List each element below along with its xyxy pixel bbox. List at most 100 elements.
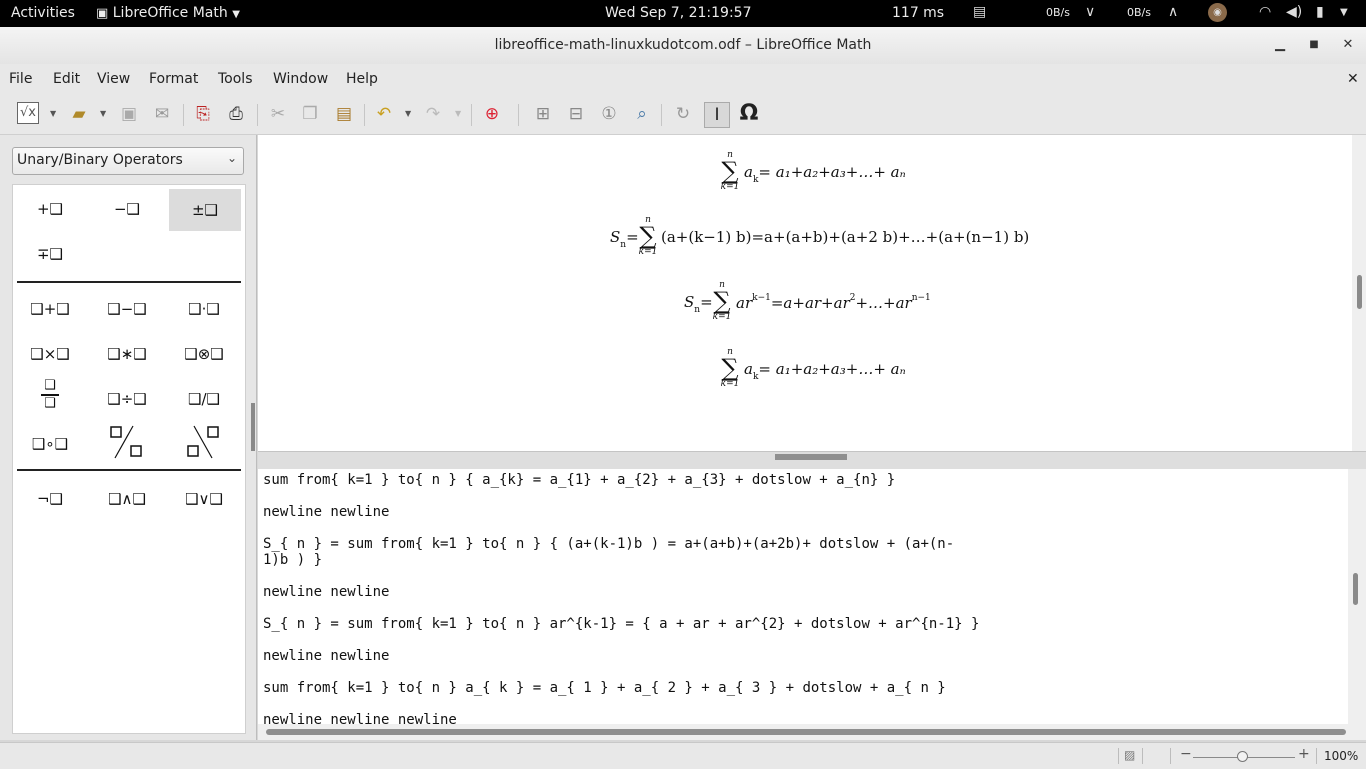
element-or[interactable]: ❑∨❑ bbox=[169, 479, 239, 519]
element-add[interactable]: ❑+❑ bbox=[15, 289, 85, 329]
palette-divider bbox=[17, 469, 241, 471]
cut-icon[interactable]: ✂ bbox=[266, 102, 290, 126]
element-and[interactable]: ❑∧❑ bbox=[92, 479, 162, 519]
document-modified-icon[interactable]: ▨ bbox=[1124, 748, 1135, 762]
volume-icon[interactable]: ◀) bbox=[1286, 4, 1302, 20]
command-editor-hscrollbar[interactable] bbox=[258, 724, 1366, 740]
menu-format[interactable]: Format bbox=[149, 71, 198, 87]
sum-lower-limit: k=1 bbox=[720, 379, 740, 389]
palette-divider bbox=[17, 281, 241, 283]
latency-indicator: 117 ms bbox=[892, 5, 945, 21]
scrollbar-thumb[interactable] bbox=[266, 729, 1346, 735]
zoom-in-icon[interactable]: ⊞ bbox=[531, 102, 555, 126]
zoom-slider-knob[interactable] bbox=[1237, 751, 1248, 762]
toolbar-separator bbox=[257, 104, 258, 126]
maximize-button[interactable]: ■ bbox=[1305, 36, 1323, 54]
element-minus-plus[interactable]: ∓❑ bbox=[15, 234, 85, 274]
sidebar-resize-handle[interactable] bbox=[251, 403, 255, 451]
element-wide-backslash[interactable] bbox=[169, 424, 239, 464]
symbols-omega-icon[interactable]: Ω bbox=[737, 102, 761, 126]
element-multiply-star[interactable]: ❑∗❑ bbox=[92, 334, 162, 374]
zoom-in-button[interactable]: + bbox=[1298, 746, 1310, 762]
undo-dropdown-icon[interactable]: ▼ bbox=[405, 109, 411, 118]
battery-icon[interactable]: ▮ bbox=[1316, 4, 1324, 20]
command-editor-vscrollbar[interactable] bbox=[1348, 469, 1366, 724]
clipboard-icon[interactable]: ▤ bbox=[973, 4, 986, 20]
menu-tools[interactable]: Tools bbox=[218, 71, 253, 87]
close-document-icon[interactable]: ✕ bbox=[1347, 71, 1359, 87]
system-top-bar: Activities ▣ LibreOffice Math ▼ Wed Sep … bbox=[0, 0, 1366, 27]
clock[interactable]: Wed Sep 7, 21:19:57 bbox=[605, 5, 752, 21]
standard-toolbar: √x ▼ ▰ ▼ ▣ ✉ ⎘ ⎙ ✂ ❐ ▤ ↶ ▼ ↷ ▼ ⊕ ⊞ ⊟ ① ⌕… bbox=[0, 94, 1366, 135]
update-icon[interactable]: ↻ bbox=[671, 102, 695, 126]
formula-3-term-a-sup: k−1 bbox=[752, 293, 771, 303]
status-separator bbox=[1118, 748, 1119, 764]
element-category-value: Unary/Binary Operators bbox=[17, 152, 183, 168]
zoom-percentage[interactable]: 100% bbox=[1324, 749, 1358, 763]
print-icon[interactable]: ⎙ bbox=[224, 102, 248, 126]
formula-3-rhs: ark−1=a+ar+ar2+…+arn−1 bbox=[736, 293, 931, 312]
export-pdf-icon[interactable]: ⎘ bbox=[191, 102, 215, 126]
user-avatar-icon[interactable]: ◉ bbox=[1208, 3, 1227, 22]
zoom-out-button[interactable]: − bbox=[1180, 746, 1192, 762]
summation-symbol: n ∑ k=1 bbox=[720, 347, 740, 389]
open-dropdown-icon[interactable]: ▼ bbox=[100, 109, 106, 118]
scrollbar-thumb[interactable] bbox=[1357, 275, 1362, 309]
close-window-button[interactable]: ✕ bbox=[1339, 36, 1357, 54]
redo-dropdown-icon[interactable]: ▼ bbox=[455, 109, 461, 118]
formula-3-term-a: ar bbox=[736, 294, 753, 312]
undo-icon[interactable]: ↶ bbox=[372, 102, 396, 126]
element-multiply-dot[interactable]: ❑·❑ bbox=[169, 289, 239, 329]
element-slash[interactable]: ❑/❑ bbox=[169, 379, 239, 419]
element-plus-minus[interactable]: ±❑ bbox=[169, 189, 241, 231]
element-multiply-times[interactable]: ❑×❑ bbox=[15, 334, 85, 374]
menu-edit[interactable]: Edit bbox=[53, 71, 80, 87]
element-concatenate[interactable]: ❑∘❑ bbox=[15, 424, 85, 464]
net-down-speed: 0B/s bbox=[1046, 6, 1070, 19]
zoom-out-icon[interactable]: ⊟ bbox=[564, 102, 588, 126]
element-minus[interactable]: −❑ bbox=[92, 189, 162, 229]
help-lifebuoy-icon[interactable]: ⊕ bbox=[480, 102, 504, 126]
activities-button[interactable]: Activities bbox=[11, 5, 75, 21]
new-dropdown-icon[interactable]: ▼ bbox=[50, 109, 56, 118]
menu-view[interactable]: View bbox=[97, 71, 130, 87]
elements-panel: Unary/Binary Operators ⌄ +❑ −❑ ±❑ ∓❑ ❑+❑… bbox=[0, 135, 257, 740]
wifi-icon[interactable]: ◠ bbox=[1259, 4, 1271, 20]
redo-icon[interactable]: ↷ bbox=[421, 102, 445, 126]
menu-file[interactable]: File bbox=[9, 71, 32, 87]
save-icon[interactable]: ▣ bbox=[117, 102, 141, 126]
formula-cursor-icon[interactable]: I bbox=[704, 102, 730, 128]
element-category-select[interactable]: Unary/Binary Operators ⌄ bbox=[12, 147, 244, 175]
menu-help[interactable]: Help bbox=[346, 71, 378, 87]
sigma-glyph: ∑ bbox=[713, 287, 731, 315]
element-subtract[interactable]: ❑−❑ bbox=[92, 289, 162, 329]
element-divide[interactable]: ❑÷❑ bbox=[92, 379, 162, 419]
app-menu-icon: ▣ bbox=[96, 6, 109, 21]
open-folder-icon[interactable]: ▰ bbox=[67, 102, 91, 126]
splitter-grip[interactable] bbox=[775, 454, 847, 460]
formula-3-term-c-sup: n−1 bbox=[911, 293, 931, 303]
zoom-100-icon[interactable]: ① bbox=[597, 102, 621, 126]
command-line: S_{ n } = sum from{ k=1 } to{ n } { (a+(… bbox=[263, 536, 955, 552]
command-editor[interactable]: sum from{ k=1 } to{ n } { a_{k} = a_{1} … bbox=[258, 469, 1348, 728]
toolbar-separator bbox=[518, 104, 519, 126]
sum-lower-limit: k=1 bbox=[638, 247, 658, 257]
element-plus[interactable]: +❑ bbox=[15, 189, 85, 229]
pane-splitter[interactable] bbox=[258, 451, 1366, 470]
formula-2-lhs-symbol: S bbox=[610, 228, 621, 246]
element-fraction[interactable]: ❑ ❑ bbox=[15, 379, 85, 419]
element-tensor-product[interactable]: ❑⊗❑ bbox=[169, 334, 239, 374]
paste-icon[interactable]: ▤ bbox=[332, 102, 356, 126]
copy-icon[interactable]: ❐ bbox=[298, 102, 322, 126]
formula-view-scrollbar[interactable] bbox=[1352, 135, 1366, 451]
email-icon[interactable]: ✉ bbox=[150, 102, 174, 126]
element-not[interactable]: ¬❑ bbox=[15, 479, 85, 519]
app-menu[interactable]: ▣ LibreOffice Math ▼ bbox=[96, 5, 240, 21]
system-menu-chevron-icon[interactable]: ▼ bbox=[1340, 7, 1348, 18]
element-wide-slash[interactable] bbox=[92, 424, 162, 464]
scrollbar-thumb[interactable] bbox=[1353, 573, 1358, 605]
menu-window[interactable]: Window bbox=[273, 71, 328, 87]
show-all-icon[interactable]: ⌕ bbox=[630, 102, 654, 126]
new-document-icon[interactable]: √x bbox=[17, 102, 39, 124]
minimize-button[interactable]: ▁ bbox=[1271, 36, 1289, 54]
